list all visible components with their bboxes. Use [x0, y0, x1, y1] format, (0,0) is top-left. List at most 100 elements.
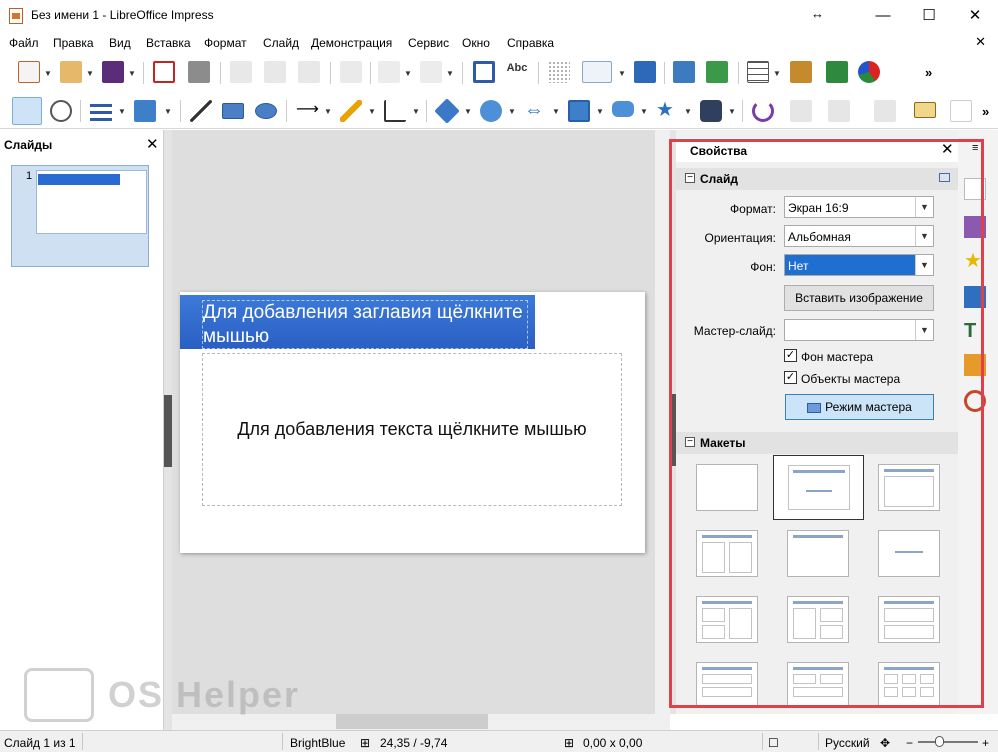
chevron-down-icon[interactable]: ▼ [324, 107, 332, 116]
resize-icon[interactable]: ↔ [811, 6, 824, 21]
menu-bar: Файл Правка Вид Вставка Формат Слайд Дем… [0, 32, 998, 54]
chevron-down-icon[interactable]: ▼ [640, 107, 648, 116]
left-splitter[interactable] [164, 130, 172, 730]
chevron-down-icon[interactable]: ▼ [464, 107, 472, 116]
crop-icon[interactable] [950, 100, 972, 122]
block-arrows-icon[interactable]: ⇔ [524, 100, 546, 122]
menu-file[interactable]: Файл [9, 36, 39, 50]
menu-format[interactable]: Формат [204, 36, 247, 50]
ellipse-icon[interactable] [255, 103, 277, 119]
more-icon[interactable]: » [982, 104, 989, 119]
chevron-down-icon[interactable]: ▼ [412, 107, 420, 116]
fit-slide-icon[interactable]: ✥ [880, 736, 890, 750]
3d-objects-icon[interactable] [700, 100, 722, 122]
display-views-icon[interactable] [582, 61, 612, 83]
collapse-handle[interactable] [164, 395, 172, 467]
line-style-icon[interactable] [90, 100, 112, 122]
print-icon[interactable] [188, 61, 210, 83]
menu-view[interactable]: Вид [109, 36, 131, 50]
chevron-down-icon[interactable]: ▼ [404, 69, 412, 78]
new-document-icon[interactable] [18, 61, 40, 83]
menu-window[interactable]: Окно [462, 36, 490, 50]
zoom-slider[interactable] [918, 741, 978, 743]
chevron-down-icon[interactable]: ▼ [446, 69, 454, 78]
chevron-down-icon[interactable]: ▼ [118, 107, 126, 116]
grid-icon[interactable] [548, 61, 570, 83]
distribute-icon[interactable] [874, 100, 896, 122]
start-from-first-icon[interactable] [673, 61, 695, 83]
language[interactable]: Русский [825, 736, 870, 750]
symbol-shapes-icon[interactable] [480, 100, 502, 122]
basic-shapes-icon[interactable] [434, 98, 460, 124]
master-slide-icon[interactable] [634, 61, 656, 83]
undo-icon[interactable] [378, 61, 400, 83]
media-icon[interactable] [826, 61, 848, 83]
chevron-down-icon[interactable]: ▼ [684, 107, 692, 116]
line-tool-icon[interactable] [190, 100, 212, 122]
chevron-down-icon[interactable]: ▼ [164, 107, 172, 116]
paste-icon[interactable] [298, 61, 320, 83]
chevron-down-icon[interactable]: ▼ [44, 69, 52, 78]
maximize-button[interactable]: ☐ [906, 0, 952, 30]
stars-icon[interactable]: ★ [656, 100, 678, 122]
chevron-down-icon[interactable]: ▼ [368, 107, 376, 116]
zoom-pan-icon[interactable] [50, 100, 72, 122]
menu-slideshow[interactable]: Демонстрация [311, 36, 392, 50]
minimize-button[interactable]: — [860, 0, 906, 30]
clone-formatting-icon[interactable] [340, 61, 362, 83]
title-shape[interactable]: Для добавления заглавия щёлкните мышью [180, 295, 535, 349]
flowchart-icon[interactable] [568, 100, 590, 122]
menu-insert[interactable]: Вставка [146, 36, 191, 50]
chevron-down-icon[interactable]: ▼ [773, 69, 781, 78]
more-icon[interactable]: » [925, 65, 932, 80]
table-icon[interactable] [747, 61, 769, 83]
start-from-current-icon[interactable] [706, 61, 728, 83]
open-folder-icon[interactable] [60, 61, 82, 83]
shadow-icon[interactable] [914, 102, 936, 118]
callout-icon[interactable] [612, 101, 634, 117]
find-replace-icon[interactable] [473, 61, 495, 83]
arrange-icon[interactable] [828, 100, 850, 122]
menu-slide[interactable]: Слайд [263, 36, 299, 50]
content-placeholder[interactable]: Для добавления текста щёлкните мышью [202, 353, 622, 506]
chevron-down-icon[interactable]: ▼ [508, 107, 516, 116]
menu-edit[interactable]: Правка [53, 36, 94, 50]
zoom-slider-thumb[interactable] [935, 736, 944, 747]
connector-icon[interactable] [384, 100, 406, 122]
close-document-icon[interactable]: ✕ [975, 34, 986, 50]
chevron-down-icon[interactable]: ▼ [618, 69, 626, 78]
impress-app-icon [9, 8, 23, 24]
chevron-down-icon[interactable]: ▼ [128, 69, 136, 78]
chevron-down-icon[interactable]: ▼ [728, 107, 736, 116]
title-bar: Без имени 1 - LibreOffice Impress ↔ — ☐ … [0, 0, 998, 32]
curve-pen-icon[interactable] [340, 100, 362, 122]
spellcheck-icon[interactable]: Abc [506, 61, 528, 83]
chart-icon[interactable] [858, 61, 880, 83]
fill-color-icon[interactable] [134, 100, 156, 122]
redo-icon[interactable] [420, 61, 442, 83]
rectangle-icon[interactable] [222, 103, 244, 119]
chevron-down-icon[interactable]: ▼ [86, 69, 94, 78]
cut-icon[interactable] [230, 61, 252, 83]
menu-help[interactable]: Справка [507, 36, 554, 50]
slide-canvas[interactable]: Для добавления заглавия щёлкните мышью Д… [180, 292, 645, 553]
align-icon[interactable] [790, 100, 812, 122]
chevron-down-icon[interactable]: ▼ [596, 107, 604, 116]
title-placeholder[interactable]: Для добавления заглавия щёлкните мышью [202, 300, 528, 349]
close-button[interactable]: ✕ [952, 0, 998, 30]
close-icon[interactable]: ✕ [146, 135, 159, 153]
copy-icon[interactable] [264, 61, 286, 83]
slide-editor[interactable]: Для добавления заглавия щёлкните мышью Д… [172, 130, 670, 714]
menu-tools[interactable]: Сервис [408, 36, 449, 50]
horizontal-scroll-thumb[interactable] [336, 714, 488, 729]
chevron-down-icon[interactable]: ▼ [552, 107, 560, 116]
arrow-line-icon[interactable]: ⟶ [296, 100, 319, 122]
image-icon[interactable] [790, 61, 812, 83]
save-icon[interactable] [102, 61, 124, 83]
select-arrow-icon[interactable] [12, 97, 42, 125]
rotate-icon[interactable] [752, 100, 774, 122]
zoom-out-icon[interactable]: − [906, 736, 913, 750]
zoom-in-icon[interactable]: + [982, 736, 989, 750]
vertical-scrollbar[interactable] [655, 130, 670, 714]
export-pdf-icon[interactable] [153, 61, 175, 83]
